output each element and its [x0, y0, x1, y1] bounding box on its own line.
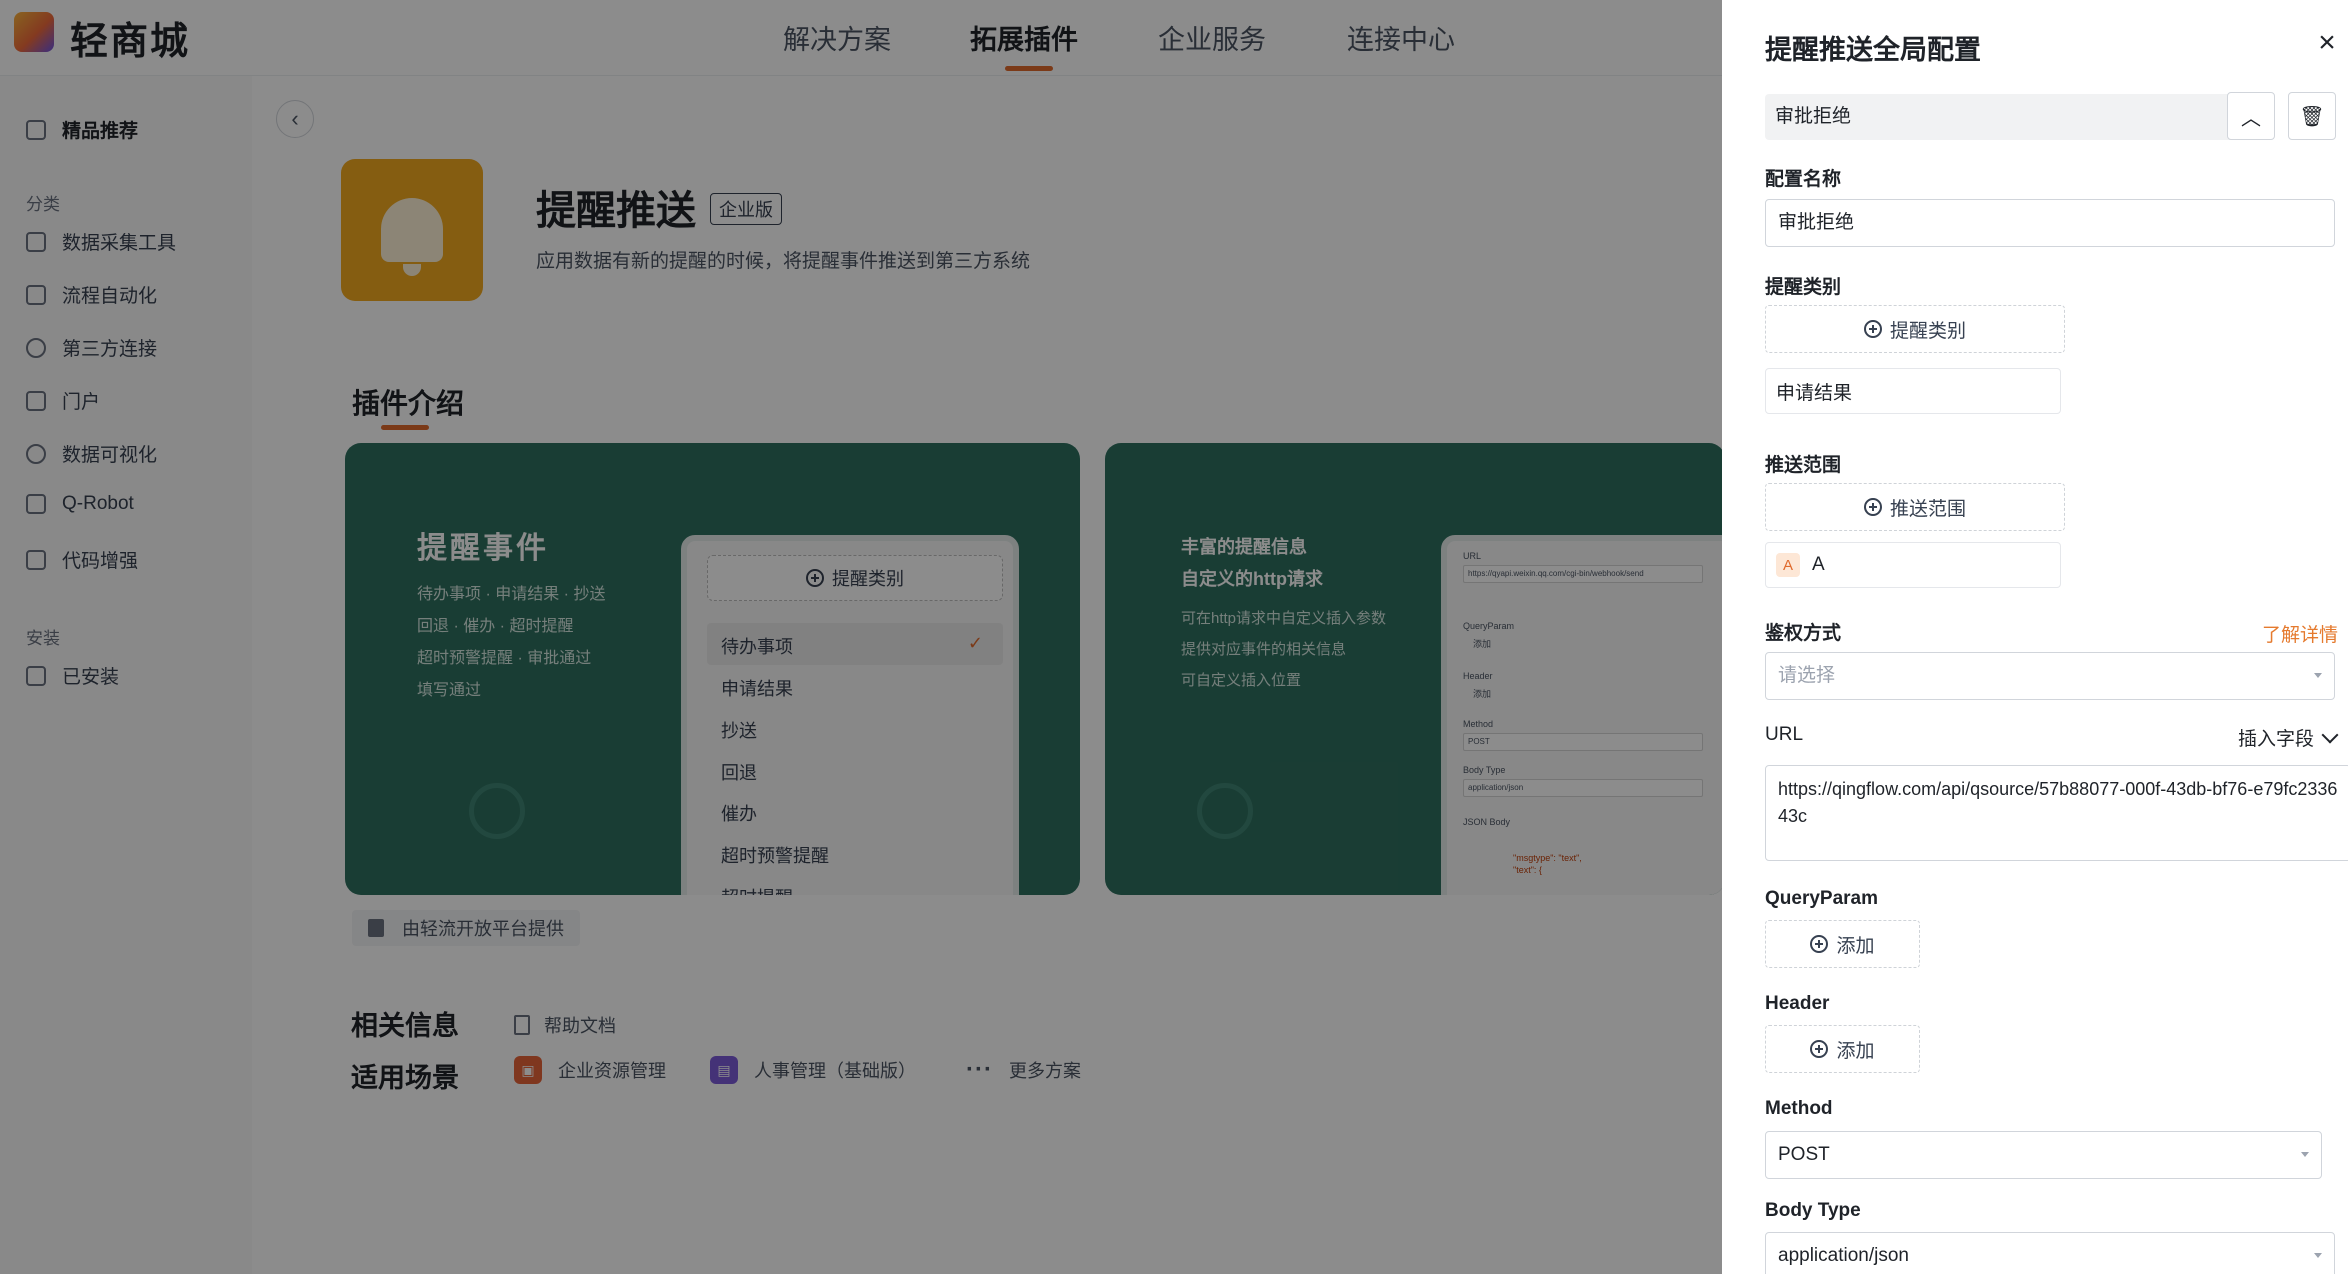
add-push-scope-button[interactable]: 推送范围 — [1765, 483, 2065, 531]
plus-circle-icon — [1863, 320, 1882, 338]
remind-type-label: 提醒类别 — [1765, 277, 1842, 298]
add-queryparam-button[interactable]: 添加 — [1765, 920, 1920, 968]
insert-field-dropdown[interactable]: 插入字段 — [2238, 724, 2339, 751]
caret-down-icon — [2314, 1253, 2322, 1258]
method-label: Method — [1765, 1098, 1833, 1119]
close-icon[interactable]: × — [2312, 28, 2342, 58]
config-name-label: 配置名称 — [1765, 169, 1842, 190]
body-type-select[interactable]: application/json — [1765, 1232, 2335, 1274]
header-label: Header — [1765, 993, 1830, 1014]
avatar: A — [1776, 553, 1800, 577]
remind-push-config-drawer: 提醒推送全局配置 × 审批拒绝 ︿ 🗑 配置名称 审批拒绝 提醒类别 提醒类别 … — [1722, 0, 2348, 1274]
config-name-input[interactable]: 审批拒绝 — [1765, 199, 2335, 247]
config-item-header[interactable]: 审批拒绝 — [1765, 94, 2235, 140]
chevron-up-icon: ︿ — [2241, 107, 2261, 130]
plus-circle-icon — [1863, 498, 1882, 516]
add-header-button[interactable]: 添加 — [1765, 1025, 1920, 1073]
remind-type-value[interactable]: 申请结果 — [1765, 368, 2061, 414]
push-scope-label: 推送范围 — [1765, 455, 1842, 476]
url-textarea[interactable]: https://qingflow.com/api/qsource/57b8807… — [1765, 765, 2348, 861]
add-remind-type-button[interactable]: 提醒类别 — [1765, 305, 2065, 353]
url-label: URL — [1765, 724, 1804, 745]
auth-method-select[interactable]: 请选择 — [1765, 652, 2335, 700]
modal-mask-overlay[interactable] — [0, 0, 1722, 1274]
caret-down-icon — [2301, 1152, 2309, 1157]
trash-icon: 🗑 — [2299, 105, 2325, 128]
push-scope-member[interactable]: A A — [1765, 542, 2061, 588]
chevron-down-icon — [2321, 726, 2339, 743]
drawer-title: 提醒推送全局配置 — [1765, 35, 1981, 65]
plus-circle-icon — [1810, 1040, 1829, 1058]
body-type-label: Body Type — [1765, 1200, 1861, 1221]
caret-down-icon — [2314, 673, 2322, 678]
method-select[interactable]: POST — [1765, 1131, 2322, 1179]
plus-circle-icon — [1810, 935, 1829, 953]
queryparam-label: QueryParam — [1765, 888, 1879, 909]
delete-config-button[interactable]: 🗑 — [2288, 92, 2336, 140]
learn-more-link[interactable]: 了解详情 — [2262, 620, 2338, 647]
collapse-config-button[interactable]: ︿ — [2227, 92, 2275, 140]
auth-method-label: 鉴权方式 — [1765, 623, 1842, 644]
